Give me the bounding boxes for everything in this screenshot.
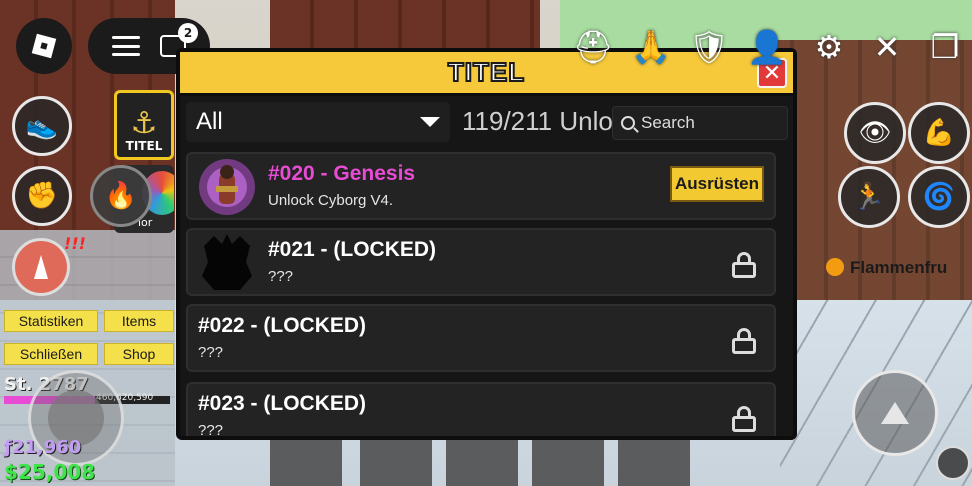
title-item-locked[interactable]: #023 - (LOCKED) ??? <box>186 382 776 436</box>
arrow-up-icon <box>881 402 909 424</box>
locked-silhouette-icon <box>202 234 252 290</box>
fruit-icon <box>826 258 844 276</box>
runner-icon: 🏃 <box>852 182 886 212</box>
aura-button[interactable]: 🌀 <box>908 166 970 228</box>
title-item-name: #021 - (LOCKED) <box>268 238 437 261</box>
character-icon[interactable]: 👤 <box>744 24 790 70</box>
lock-icon <box>732 406 756 432</box>
flame-icon: 🔥 <box>104 181 138 211</box>
crew-icon[interactable]: ⛑ <box>570 24 616 70</box>
alert-icon: !!! <box>62 234 88 253</box>
search-icon <box>621 116 635 130</box>
observation-button[interactable]: 👁 <box>844 102 906 164</box>
tab-titel-label: TITEL <box>125 139 163 153</box>
filter-dropdown-value: All <box>196 108 223 135</box>
prayer-hands-icon[interactable]: 🙏 <box>628 24 674 70</box>
roblox-menu-button[interactable] <box>16 18 72 74</box>
close-menu-button[interactable]: Schließen <box>4 343 98 365</box>
roblox-logo-icon <box>31 33 57 59</box>
tab-titel[interactable]: ⚓ TITEL <box>114 90 174 160</box>
title-item-subtitle: ??? <box>268 268 294 285</box>
items-button[interactable]: Items <box>104 310 174 332</box>
fist-icon: ✊ <box>25 181 59 211</box>
hotbar-slot-4[interactable] <box>532 440 604 486</box>
hotbar-slot-1[interactable] <box>270 440 342 486</box>
windows-icon[interactable]: ❐ <box>922 24 968 70</box>
swirl-icon: 🌀 <box>922 182 956 212</box>
stats-button[interactable]: Statistiken <box>4 310 98 332</box>
fragments-counter: ƒ21,960 <box>4 437 82 458</box>
filter-dropdown[interactable]: All <box>186 102 450 142</box>
hotbar-slot-3[interactable] <box>446 440 518 486</box>
strength-button[interactable]: 💪 <box>908 102 970 164</box>
shop-button[interactable]: Shop <box>104 343 174 365</box>
compass-needle-icon <box>34 255 48 279</box>
title-item-subtitle: ??? <box>198 344 224 361</box>
title-item-name: #020 - Genesis <box>268 162 416 185</box>
title-item-name: #022 - (LOCKED) <box>198 314 367 337</box>
panel-title: TITEL <box>447 56 526 88</box>
fruit-notice-text: Flammenfru <box>850 258 948 277</box>
anchor-icon: ⚓ <box>130 106 158 141</box>
lock-icon <box>732 252 756 278</box>
equip-button[interactable]: Ausrüsten <box>670 166 764 202</box>
fire-ability-button[interactable]: 🔥 <box>90 165 152 227</box>
gear-icon[interactable]: ⚙ <box>806 24 852 70</box>
eye-icon: 👁 <box>858 118 892 148</box>
shoe-icon: 👟 <box>25 111 59 141</box>
hotbar-slot-5[interactable] <box>618 440 690 486</box>
compass-button[interactable] <box>12 238 70 296</box>
combat-button[interactable]: ✊ <box>12 166 72 226</box>
title-item-locked[interactable]: #022 - (LOCKED) ??? <box>186 304 776 372</box>
chat-badge: 2 <box>178 23 198 43</box>
chevron-down-icon <box>420 117 440 127</box>
titles-panel: TITEL ✕ All 119/211 Unlocked #020 - Gene… <box>176 48 797 440</box>
genesis-avatar-icon <box>199 159 255 215</box>
shift-lock-button[interactable] <box>936 446 970 480</box>
unlock-count: 119/211 Unlocked <box>462 106 612 136</box>
search-box[interactable] <box>612 106 788 140</box>
sprint-button[interactable]: 🏃 <box>838 166 900 228</box>
background-wood-top <box>270 0 540 50</box>
title-item-genesis[interactable]: #020 - Genesis Unlock Cyborg V4. Ausrüst… <box>186 152 776 220</box>
title-item-subtitle: ??? <box>198 422 224 436</box>
titles-list[interactable]: #020 - Genesis Unlock Cyborg V4. Ausrüst… <box>186 152 778 436</box>
hotbar-slot-2[interactable] <box>360 440 432 486</box>
money-counter: $25,008 <box>4 460 96 484</box>
title-item-subtitle: Unlock Cyborg V4. <box>268 192 394 209</box>
title-item-name: #023 - (LOCKED) <box>198 392 367 415</box>
dash-button[interactable]: 👟 <box>12 96 72 156</box>
lock-icon <box>732 328 756 354</box>
jump-button[interactable] <box>852 370 938 456</box>
muscle-icon: 💪 <box>922 118 956 148</box>
hamburger-menu-icon[interactable] <box>112 36 140 56</box>
shield-badge-icon[interactable]: 🛡 <box>686 24 732 70</box>
fruit-notice: Flammenfru <box>826 258 947 278</box>
search-input[interactable] <box>641 113 781 133</box>
filter-bar: All 119/211 Unlocked <box>186 102 788 142</box>
title-item-locked[interactable]: #021 - (LOCKED) ??? <box>186 228 776 296</box>
close-x-icon[interactable]: ✕ <box>864 24 910 70</box>
